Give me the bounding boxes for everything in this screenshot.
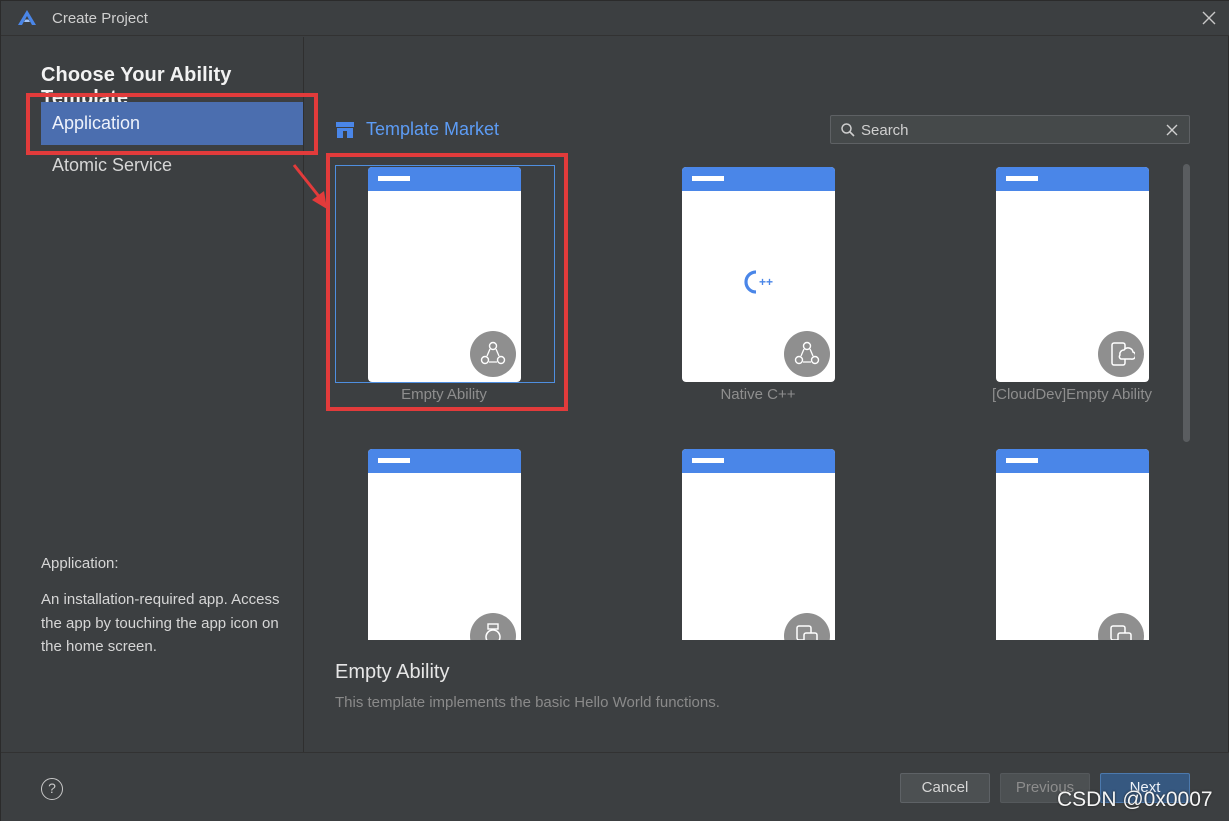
search-box[interactable]: [830, 115, 1190, 144]
preview-header: [996, 449, 1149, 473]
help-icon[interactable]: ?: [41, 778, 63, 800]
template-label: Native C++: [720, 386, 796, 403]
template-card-clouddev-empty-ability[interactable]: [CloudDev]Empty Ability: [992, 167, 1195, 407]
red-arrow-annotation: [292, 164, 327, 209]
template-market-link[interactable]: Template Market: [366, 119, 499, 140]
widget-icon: [1110, 625, 1132, 640]
watch-badge: [470, 613, 516, 640]
preview-header: [368, 449, 521, 473]
template-card-widget-b[interactable]: [996, 449, 1195, 640]
cancel-button[interactable]: Cancel: [900, 773, 990, 803]
title-bar: Create Project: [1, 1, 1229, 36]
widget-badge: [1098, 613, 1144, 640]
close-icon[interactable]: [1200, 9, 1218, 27]
template-preview: [682, 449, 835, 640]
create-project-dialog: Create Project Choose Your Ability Templ…: [0, 0, 1229, 821]
store-icon: [336, 122, 354, 138]
template-card-native-cpp[interactable]: ++ Native C++: [682, 167, 882, 407]
dialog-footer: ? Cancel Previous Next: [1, 752, 1229, 821]
preview-header-line: [692, 176, 724, 181]
description-title: Application:: [41, 555, 119, 572]
preview-header-line: [1006, 458, 1038, 463]
template-card-wearable[interactable]: [368, 449, 568, 640]
left-panel: Choose Your Ability Template Application…: [1, 37, 318, 752]
widget-badge: [784, 613, 830, 640]
preview-header: [682, 167, 835, 191]
template-preview: ++: [682, 167, 835, 382]
template-preview: [368, 449, 521, 640]
preview-header: [682, 449, 835, 473]
template-grid-scrollbar[interactable]: [1183, 164, 1190, 442]
highlight-box-empty-ability: [326, 153, 568, 411]
search-input[interactable]: [861, 119, 1151, 141]
cloud-phone-icon: [1111, 342, 1135, 366]
template-detail-title: Empty Ability: [335, 661, 450, 683]
cpp-logo-icon: ++: [744, 270, 773, 294]
clear-search-icon[interactable]: [1165, 123, 1179, 137]
previous-button[interactable]: Previous: [1000, 773, 1090, 803]
watch-icon: [485, 623, 501, 640]
next-button[interactable]: Next: [1100, 773, 1190, 803]
template-preview: [996, 449, 1149, 640]
preview-header: [996, 167, 1149, 191]
svg-text:++: ++: [759, 275, 773, 289]
deveco-logo-icon: [18, 10, 36, 25]
preview-header-line: [692, 458, 724, 463]
template-card-widget-a[interactable]: [682, 449, 882, 640]
preview-header-line: [1006, 176, 1038, 181]
cloud-badge: [1098, 331, 1144, 377]
widget-icon: [796, 625, 818, 640]
template-label: [CloudDev]Empty Ability: [991, 386, 1153, 403]
search-icon: [841, 123, 855, 137]
highlight-box-application: [26, 93, 318, 155]
description-body: An installation-required app. Access the…: [41, 591, 280, 655]
ability-badge: [784, 331, 830, 377]
template-preview: [996, 167, 1149, 382]
template-detail-description: This template implements the basic Hello…: [335, 694, 720, 711]
preview-header-line: [378, 458, 410, 463]
ability-icon: [794, 341, 820, 365]
window-title: Create Project: [52, 10, 148, 27]
